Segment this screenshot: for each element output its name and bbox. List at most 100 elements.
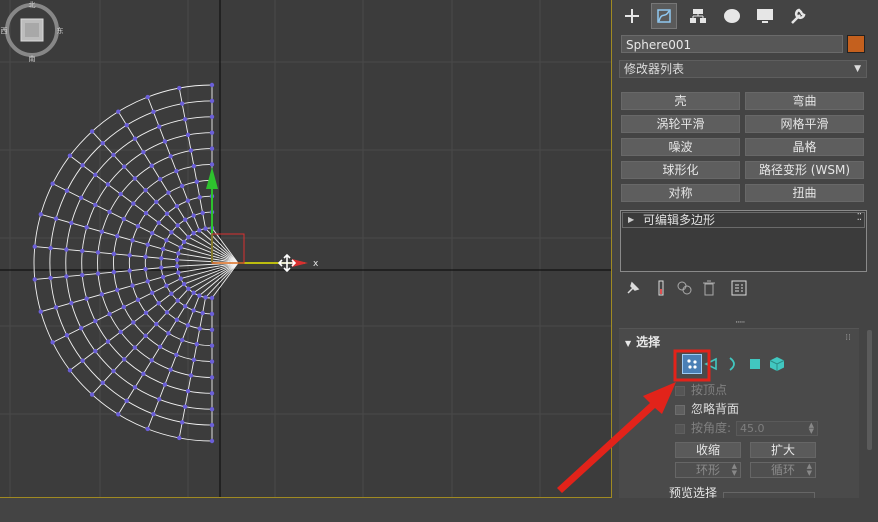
viewport-canvas[interactable]: x (0, 0, 611, 497)
vertex-mode-icon[interactable] (682, 354, 702, 374)
vertex-dot (191, 163, 197, 169)
border-mode-icon[interactable] (723, 354, 743, 374)
meridian-edge (178, 297, 207, 439)
vertex-dot (143, 254, 148, 260)
vertex-dot (203, 226, 208, 231)
vertex-dot (149, 163, 154, 168)
display-tab-icon[interactable] (752, 3, 778, 29)
vertex-dot (141, 371, 146, 377)
vertex-dot (131, 320, 136, 325)
modifier-button-lattice[interactable]: 晶格 (745, 138, 864, 156)
loop-button[interactable]: 循环 ▲ ▼ (750, 462, 816, 478)
vertex-dot (181, 239, 187, 245)
vertex-dot (209, 82, 215, 88)
vertex-dot (156, 220, 161, 225)
vertex-dot (124, 398, 129, 404)
modifier-button-turbosmooth[interactable]: 涡轮平滑 (621, 115, 740, 133)
modifier-button-symmetry[interactable]: 对称 (621, 184, 740, 202)
vertex-dot (209, 98, 215, 104)
vertex-dot (107, 209, 112, 215)
vertex-dot (53, 305, 59, 310)
by-angle-checkbox-box[interactable] (675, 423, 685, 434)
vertex-dot (185, 323, 191, 328)
element-mode-icon[interactable] (767, 354, 787, 374)
ignore-backfacing-label: 忽略背面 (691, 402, 740, 416)
vertex-dot (197, 293, 202, 298)
vertex-dot (99, 229, 105, 234)
panel-scrollbar[interactable] (867, 330, 872, 450)
vertex-dot (141, 149, 146, 155)
viewcube-east: 东 (57, 26, 64, 35)
ring-spinner-icon[interactable]: ▲ ▼ (732, 463, 737, 477)
vertex-dot (157, 344, 163, 349)
pin-stack-icon[interactable] (623, 278, 643, 298)
show-end-result-icon[interactable] (651, 278, 671, 298)
vertex-dot (181, 281, 187, 287)
polygon-mode-icon[interactable] (745, 354, 765, 374)
vertex-dot (150, 290, 155, 295)
grow-button[interactable]: 扩大 (750, 442, 816, 458)
vertex-dot (164, 283, 169, 288)
ignore-backfacing-checkbox-box[interactable] (675, 404, 685, 415)
vertex-dot (143, 187, 148, 193)
gizmo-y-arrow (206, 167, 218, 189)
utilities-tab-wrench-icon[interactable] (785, 3, 811, 29)
angle-spinner[interactable]: 45.0 ▲ ▼ (736, 421, 818, 436)
spinner-arrows-icon[interactable]: ▲ ▼ (809, 422, 814, 435)
modifier-stack[interactable]: ▶ 可编辑多边形 ⁚⁚ (620, 210, 867, 272)
stack-item-editable-poly[interactable]: ▶ 可编辑多边形 ⁚⁚ (622, 212, 865, 228)
vertex-dot (95, 250, 101, 255)
modifier-list-label: 修改器列表 (624, 62, 685, 76)
modifier-button-spherify[interactable]: 球形化 (621, 161, 740, 179)
vertex-dot (132, 345, 138, 350)
vertex-dot (69, 300, 74, 306)
create-tab-plus-icon[interactable] (619, 3, 645, 29)
vertex-dot (105, 182, 111, 187)
configure-modifier-sets-icon[interactable] (729, 278, 749, 298)
vertex-dot (174, 317, 180, 322)
object-color-swatch[interactable] (847, 35, 865, 53)
vertex-dot (80, 248, 85, 254)
vertex-dot (185, 388, 191, 394)
vertex-dot (32, 244, 37, 249)
by-vertex-checkbox[interactable]: 按顶点 (675, 382, 727, 398)
bottom-status-strip (0, 498, 878, 522)
remove-modifier-trash-icon[interactable] (699, 278, 719, 298)
motion-tab-icon[interactable] (719, 3, 745, 29)
ignore-backfacing-checkbox[interactable]: 忽略背面 (675, 401, 739, 417)
vertex-dot (143, 210, 149, 216)
vertex-dot (64, 188, 70, 193)
meridian-edge (40, 272, 179, 313)
vertex-dot (169, 230, 174, 235)
meridian-edge (178, 87, 207, 229)
vertex-dot (132, 176, 138, 181)
modifier-list-dropdown[interactable]: 修改器列表 ▼ (619, 60, 867, 78)
loop-spinner-icon[interactable]: ▲ ▼ (807, 463, 812, 477)
vertex-dot (84, 296, 89, 301)
vertex-dot (160, 274, 166, 280)
edge-mode-icon[interactable] (701, 354, 721, 374)
modifier-button-twist[interactable]: 扭曲 (745, 184, 864, 202)
expand-triangle-icon[interactable]: ▶ (628, 213, 634, 227)
modify-tab-icon[interactable] (651, 3, 677, 29)
vertex-dot (197, 195, 202, 200)
make-unique-icon[interactable] (675, 278, 695, 298)
selection-rollout-header[interactable]: ▼ 选择 (625, 333, 660, 350)
modifier-button-bend[interactable]: 弯曲 (745, 92, 864, 110)
object-name-field[interactable]: Sphere001 (621, 35, 843, 53)
vertex-dot (93, 318, 98, 324)
modifier-button-noise[interactable]: 噪波 (621, 138, 740, 156)
perspective-viewport[interactable]: x 北 南 西 东 (0, 0, 612, 498)
modifier-button-meshsmooth[interactable]: 网格平滑 (745, 115, 864, 133)
vertex-dot (156, 301, 161, 306)
modifier-button-pathdeform[interactable]: 路径变形 (WSM) (745, 161, 864, 179)
by-angle-checkbox[interactable]: 按角度: (675, 420, 731, 436)
ring-button[interactable]: 环形 ▲ ▼ (675, 462, 741, 478)
viewcube[interactable]: 北 南 西 东 (0, 0, 64, 64)
hierarchy-tab-icon[interactable] (685, 3, 711, 29)
selection-rollout: ▼ 选择 ⁞⁞ 按顶点 忽略背面 按角度: 45.0 ▲ ▼ 收缩 扩大 环形 … (619, 328, 859, 500)
by-vertex-checkbox-box[interactable] (675, 385, 685, 396)
modifier-button-shell[interactable]: 壳 (621, 92, 740, 110)
shrink-button[interactable]: 收缩 (675, 442, 741, 458)
vertex-dot (80, 163, 85, 168)
